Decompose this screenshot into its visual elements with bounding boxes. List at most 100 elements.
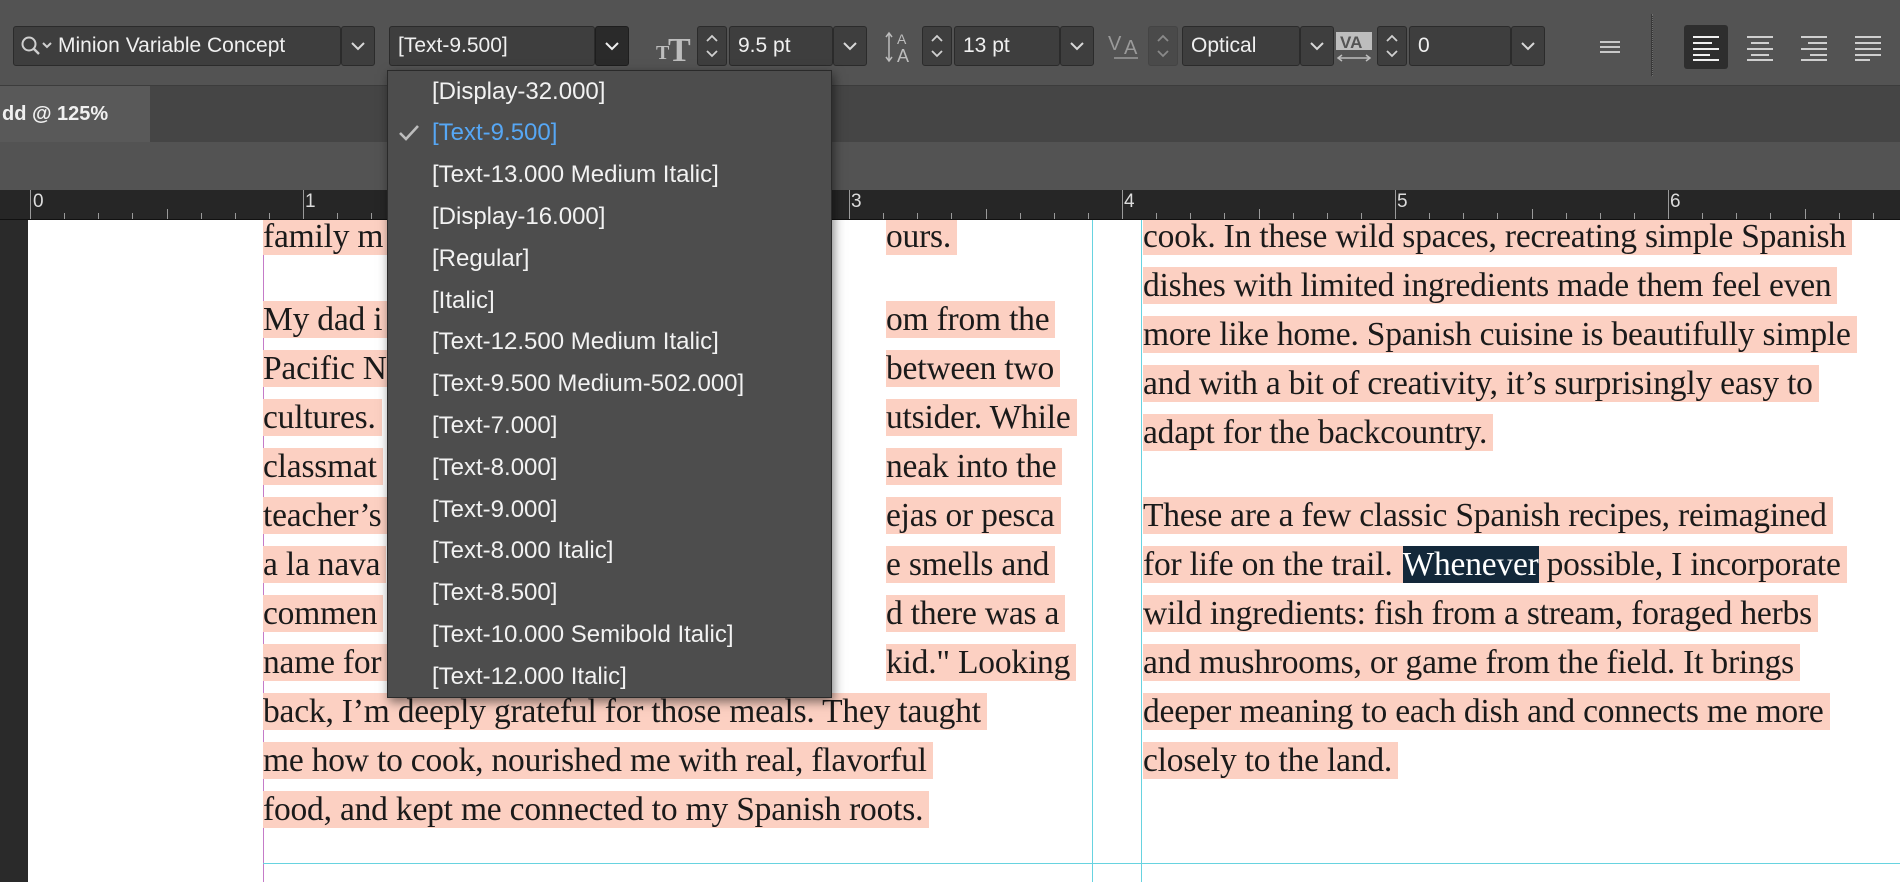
menu-item[interactable]: [Text-9.000] xyxy=(388,489,831,530)
menu-item[interactable]: [Text-8.000] xyxy=(388,447,831,488)
menu-item-label: [Text-7.000] xyxy=(432,411,558,439)
font-search-icon[interactable] xyxy=(14,35,54,57)
chevron-down-icon[interactable] xyxy=(1157,50,1169,58)
text-line: and mushrooms, or game from the field. I… xyxy=(1143,644,1800,681)
text-line: These are a few classic Spanish recipes,… xyxy=(1143,497,1833,534)
menu-item[interactable]: [Text-13.000 Medium Italic] xyxy=(388,155,831,196)
ruler-tick xyxy=(1429,213,1431,219)
font-family-field[interactable]: Minion Variable Concept xyxy=(13,26,341,66)
chevron-up-icon[interactable] xyxy=(706,34,718,42)
menu-item[interactable]: [Text-12.500 Medium Italic] xyxy=(388,322,831,363)
document-page[interactable]: family m ours. My dad i om from the Paci… xyxy=(28,220,1900,882)
svg-text:VA: VA xyxy=(1340,33,1362,52)
kerning-input[interactable]: Optical xyxy=(1182,26,1300,66)
font-size-stepper[interactable] xyxy=(697,26,727,66)
ruler-mark: 5 xyxy=(1397,191,1408,212)
style-dropdown-button[interactable] xyxy=(595,26,629,66)
chevron-up-icon[interactable] xyxy=(931,34,943,42)
menu-item[interactable]: [Display-32.000] xyxy=(388,71,831,112)
checkmark-icon xyxy=(399,124,419,141)
document-tab[interactable]: dd @ 125% xyxy=(0,86,150,142)
menu-item-label: [Text-8.000 Italic] xyxy=(432,537,614,565)
ruler-tick xyxy=(1668,190,1669,219)
align-left-icon[interactable] xyxy=(1684,25,1728,69)
font-family-value: Minion Variable Concept xyxy=(58,34,286,57)
ruler-tick xyxy=(917,213,919,219)
text-line: om from the xyxy=(886,301,1056,338)
document-tab-bar: dd @ 125% xyxy=(0,86,1900,142)
vertical-ruler[interactable] xyxy=(0,220,28,882)
tracking-dropdown-button[interactable] xyxy=(1511,26,1545,66)
leading-stepper[interactable] xyxy=(922,26,952,66)
text-line: d there was a xyxy=(886,595,1066,632)
font-size-value: 9.5 pt xyxy=(738,34,791,57)
ruler-tick xyxy=(1872,213,1874,219)
chevron-down-icon xyxy=(605,42,619,51)
menu-item-label: [Italic] xyxy=(432,286,495,314)
tracking-icon: VA xyxy=(1334,28,1374,66)
chevron-down-icon[interactable] xyxy=(931,50,943,58)
menu-item[interactable]: [Text-8.000 Italic] xyxy=(388,531,831,572)
menu-item[interactable]: [Text-12.000 Italic] xyxy=(388,656,831,697)
ruler-tick xyxy=(1838,213,1840,219)
menu-item[interactable]: [Text-8.500] xyxy=(388,573,831,614)
ruler-tick xyxy=(1463,213,1465,219)
chevron-down-icon[interactable] xyxy=(1386,50,1398,58)
menu-item[interactable]: [Regular] xyxy=(388,238,831,279)
selected-word[interactable]: Whenever xyxy=(1402,546,1539,583)
justify-left-icon[interactable] xyxy=(1846,25,1890,69)
ruler-tick xyxy=(98,213,100,219)
ruler-tick xyxy=(1736,213,1738,219)
text-line: ejas or pesca xyxy=(886,497,1061,534)
tracking-input[interactable]: 0 xyxy=(1409,26,1511,66)
chevron-up-icon[interactable] xyxy=(1157,34,1169,42)
ruler-tick xyxy=(951,213,953,219)
ruler-tick xyxy=(166,209,168,219)
chevron-down-icon[interactable] xyxy=(706,50,718,58)
menu-item-label: [Regular] xyxy=(432,244,530,272)
ruler-tick xyxy=(303,190,304,219)
chevron-up-icon[interactable] xyxy=(1386,34,1398,42)
text-frame-right[interactable]: cook. In these wild spaces, recreating s… xyxy=(1143,220,1900,882)
font-size-input[interactable]: 9.5 pt xyxy=(729,26,833,66)
menu-item[interactable]: [Text-7.000] xyxy=(388,405,831,446)
svg-text:A: A xyxy=(897,31,907,47)
ruler-tick xyxy=(1633,213,1635,219)
menu-item-selected[interactable]: [Text-9.500] xyxy=(388,113,831,154)
text-line: Pacific N xyxy=(263,350,393,387)
align-right-icon[interactable] xyxy=(1792,25,1836,69)
menu-item[interactable]: [Text-9.500 Medium-502.000] xyxy=(388,364,831,405)
menu-item[interactable]: [Text-10.000 Semibold Italic] xyxy=(388,614,831,655)
kerning-icon: VA xyxy=(1108,28,1144,66)
kerning-stepper[interactable] xyxy=(1148,26,1178,66)
font-size-dropdown-button[interactable] xyxy=(833,26,867,66)
ruler-tick xyxy=(1395,190,1396,219)
style-field[interactable]: [Text-9.500] xyxy=(389,26,595,66)
panel-menu-icon[interactable] xyxy=(1588,25,1632,69)
font-family-dropdown-button[interactable] xyxy=(341,26,375,66)
text-line: cook. In these wild spaces, recreating s… xyxy=(1143,220,1852,255)
ruler-tick xyxy=(1258,209,1260,219)
ruler-tick xyxy=(883,213,885,219)
ruler-tick xyxy=(1224,213,1226,219)
menu-item[interactable]: [Italic] xyxy=(388,280,831,321)
text-line: commen xyxy=(263,595,384,632)
ruler-tick xyxy=(1770,213,1772,219)
tracking-stepper[interactable] xyxy=(1377,26,1407,66)
text-line: closely to the land. xyxy=(1143,742,1399,779)
text-line: utsider. While xyxy=(886,399,1077,436)
text-line: more like home. Spanish cuisine is beaut… xyxy=(1143,316,1857,353)
toolbar-divider xyxy=(1651,14,1653,76)
align-center-icon[interactable] xyxy=(1738,25,1782,69)
ruler-tick xyxy=(1292,213,1294,219)
chevron-down-icon xyxy=(1070,42,1084,51)
menu-item[interactable]: [Display-16.000] xyxy=(388,196,831,237)
leading-dropdown-button[interactable] xyxy=(1060,26,1094,66)
kerning-dropdown-button[interactable] xyxy=(1300,26,1334,66)
ruler-tick xyxy=(1360,213,1362,219)
leading-input[interactable]: 13 pt xyxy=(954,26,1060,66)
control-panel: Minion Variable Concept [Text-9.500] TT … xyxy=(0,0,1900,86)
ruler-tick xyxy=(1326,213,1328,219)
ruler-mark: 1 xyxy=(305,191,316,212)
horizontal-ruler[interactable]: 0 1 2 3 4 5 6 xyxy=(0,190,1900,220)
